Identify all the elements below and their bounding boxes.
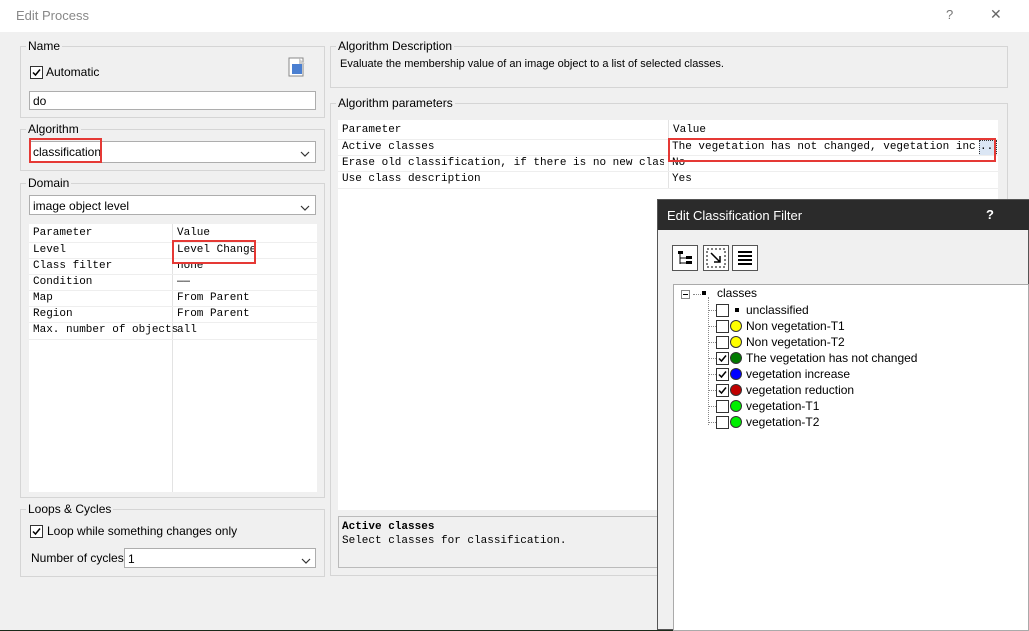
- param-help-text: Select classes for classification.: [342, 535, 567, 547]
- class-color-icon: [730, 368, 742, 380]
- table-row[interactable]: Max. number of objects all: [29, 322, 317, 340]
- collapse-icon[interactable]: [681, 290, 690, 299]
- tree-item-vegetation-reduction[interactable]: vegetation reduction: [709, 382, 1009, 398]
- tree-item-non-vegetation-t1[interactable]: Non vegetation-T1: [709, 318, 1009, 334]
- class-checkbox[interactable]: [716, 352, 729, 365]
- title-bar: Edit Process ? ✕: [0, 0, 1029, 32]
- window-title: Edit Process: [16, 8, 89, 23]
- tree-item-vegetation-t2[interactable]: vegetation-T2: [709, 414, 1009, 430]
- class-color-icon: [730, 400, 742, 412]
- table-row[interactable]: Region From Parent: [29, 306, 317, 323]
- class-checkbox[interactable]: [716, 368, 729, 381]
- loop-label: Loop while something changes only: [47, 524, 238, 538]
- param-help-box: Active classes Select classes for classi…: [338, 516, 658, 568]
- class-tree: classes unclassified Non vegetation-T1 N…: [673, 284, 1029, 631]
- filter-help-button[interactable]: ?: [986, 207, 994, 222]
- class-checkbox[interactable]: [716, 336, 729, 349]
- tree-item-vegetation-increase[interactable]: vegetation increase: [709, 366, 1009, 382]
- class-color-icon: [730, 320, 742, 332]
- automatic-label: Automatic: [46, 65, 100, 79]
- tree-item-vegetation-t1[interactable]: vegetation-T1: [709, 398, 1009, 414]
- level-highlight: [172, 240, 256, 264]
- domain-select[interactable]: image object level: [29, 195, 316, 215]
- class-checkbox[interactable]: [716, 304, 729, 317]
- table-row[interactable]: Condition ——: [29, 274, 317, 291]
- cycles-label: Number of cycles: [31, 551, 124, 565]
- list-view-button[interactable]: [732, 245, 758, 271]
- filter-title-bar: Edit Classification Filter ?: [658, 200, 1029, 230]
- algorithm-highlight: [29, 138, 102, 163]
- class-checkbox[interactable]: [716, 320, 729, 333]
- table-row[interactable]: Map From Parent: [29, 290, 317, 307]
- class-checkbox[interactable]: [716, 384, 729, 397]
- active-classes-highlight: [668, 138, 996, 162]
- class-color-icon: [730, 384, 742, 396]
- loop-checkbox[interactable]: [30, 525, 43, 538]
- select-arrow-button[interactable]: [703, 245, 729, 271]
- tree-item-vegetation-not-changed[interactable]: The vegetation has not changed: [709, 350, 1009, 366]
- algorithm-group-label: Algorithm: [26, 122, 81, 136]
- cycles-select[interactable]: 1: [124, 548, 316, 568]
- param-help-title: Active classes: [342, 521, 435, 533]
- tree-root-classes[interactable]: classes: [717, 286, 757, 302]
- help-button[interactable]: ?: [946, 7, 953, 22]
- automatic-checkbox[interactable]: [30, 66, 43, 79]
- name-input[interactable]: do: [29, 91, 316, 110]
- description-text: Evaluate the membership value of an imag…: [340, 58, 724, 70]
- domain-params-grid: Parameter Value Level Level Change Class…: [29, 224, 317, 492]
- class-checkbox[interactable]: [716, 400, 729, 413]
- chevron-down-icon: [300, 147, 310, 161]
- class-color-icon: [730, 416, 742, 428]
- chevron-down-icon: [300, 201, 310, 215]
- tree-view-button[interactable]: [672, 245, 698, 271]
- class-color-icon: [730, 352, 742, 364]
- class-bullet: [735, 308, 739, 312]
- loops-group-label: Loops & Cycles: [26, 502, 114, 516]
- automatic-name-icon[interactable]: [286, 56, 308, 80]
- table-row[interactable]: Use class description Yes: [338, 171, 998, 189]
- close-button[interactable]: ✕: [990, 6, 1002, 23]
- edit-classification-filter-dialog: Edit Classification Filter ? classes unc…: [657, 199, 1029, 631]
- filter-title: Edit Classification Filter: [667, 208, 803, 223]
- name-group-label: Name: [26, 39, 63, 53]
- tree-item-non-vegetation-t2[interactable]: Non vegetation-T2: [709, 334, 1009, 350]
- domain-group-label: Domain: [26, 176, 72, 190]
- description-group-label: Algorithm Description: [336, 39, 455, 53]
- class-checkbox[interactable]: [716, 416, 729, 429]
- root-bullet: [702, 291, 706, 295]
- params-group-label: Algorithm parameters: [336, 96, 455, 110]
- chevron-down-icon: [301, 554, 311, 568]
- tree-item-unclassified[interactable]: unclassified: [709, 302, 1009, 318]
- class-color-icon: [730, 336, 742, 348]
- table-header: Parameter Value: [342, 124, 707, 136]
